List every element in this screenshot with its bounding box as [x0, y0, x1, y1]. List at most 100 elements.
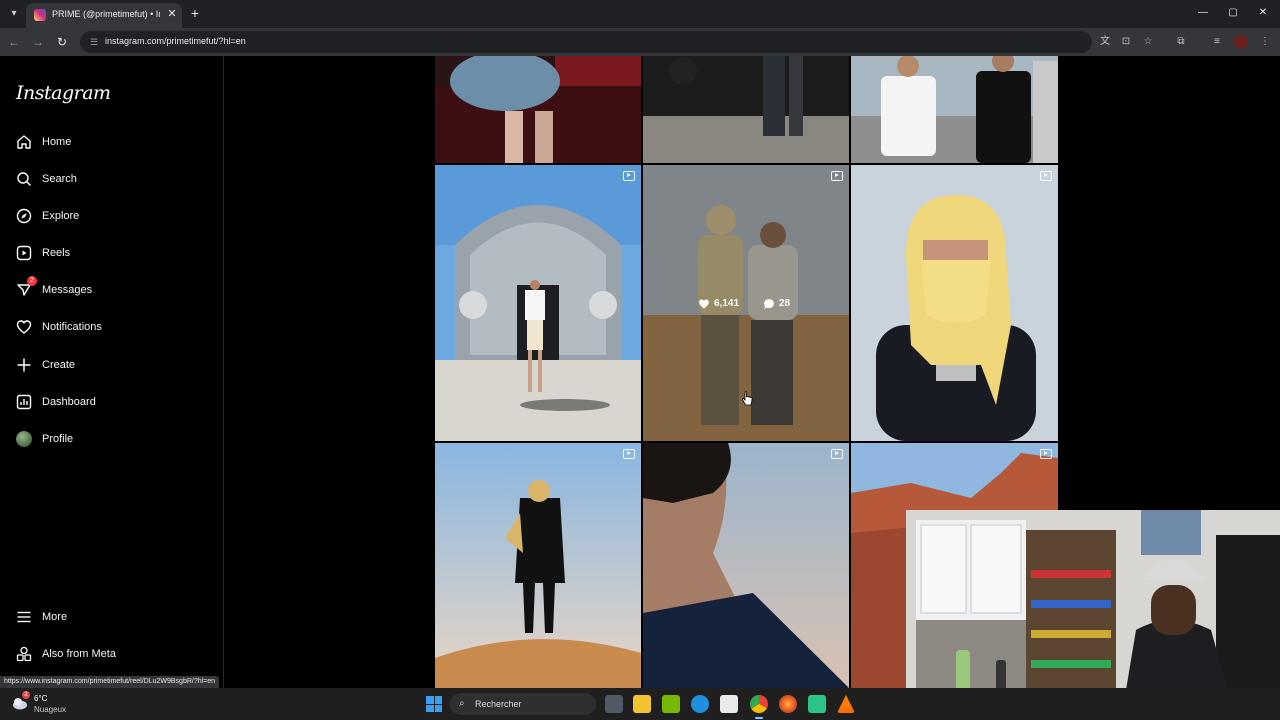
- meta-apps-icon: [16, 646, 32, 662]
- bookmark-star-icon[interactable]: ☆: [1141, 35, 1155, 49]
- minimize-button[interactable]: —: [1196, 6, 1210, 20]
- weather-temperature: 6°C: [34, 694, 48, 703]
- plus-icon: [17, 358, 31, 372]
- screen: ▾ PRIME (@primetimefut) • Instagram ✕ + …: [0, 0, 1280, 720]
- reels-icon: [16, 245, 32, 261]
- sidebar-item-messages[interactable]: 2 Messages: [16, 276, 216, 306]
- tab-close-icon[interactable]: ✕: [165, 7, 179, 21]
- sidebar-item-label: Messages: [42, 284, 93, 296]
- instagram-logo[interactable]: Instagram: [16, 82, 111, 104]
- post-tile[interactable]: [643, 443, 849, 688]
- sidebar-item-explore[interactable]: Explore: [16, 204, 216, 232]
- sidebar-item-notifications[interactable]: Notifications: [16, 315, 216, 343]
- site-info-icon[interactable]: ☰: [88, 36, 100, 48]
- sidebar-item-also-from-meta[interactable]: Also from Meta: [16, 642, 216, 670]
- post-image-building: [435, 165, 641, 441]
- media-controls-icon[interactable]: ≡: [1210, 35, 1224, 49]
- post-tile[interactable]: [435, 165, 641, 441]
- sidebar-item-label: Also from Meta: [42, 648, 116, 660]
- heart-icon: [16, 320, 32, 334]
- sidebar-item-dashboard[interactable]: Dashboard: [16, 390, 216, 418]
- post-image-street: [643, 56, 849, 163]
- weather-description: Nuageux: [34, 705, 67, 714]
- microsoft-store-icon[interactable]: [720, 695, 738, 713]
- sidebar-item-label: Dashboard: [42, 396, 96, 408]
- browser-toolbar: ← → ↻ ☰ instagram.com/primetimefut/?hl=e…: [0, 28, 1280, 56]
- reel-indicator-icon: [1040, 449, 1052, 459]
- post-tile[interactable]: [851, 165, 1058, 441]
- comments-count: 28: [779, 298, 791, 309]
- whatsapp-icon[interactable]: [808, 695, 826, 713]
- sidebar-item-home[interactable]: Home: [16, 130, 216, 158]
- back-icon[interactable]: ←: [6, 34, 22, 50]
- home-icon: [17, 135, 31, 149]
- sidebar-item-label: Home: [42, 136, 72, 148]
- post-hover-stats: 6,141 28: [698, 295, 808, 313]
- sidebar-item-label: Profile: [42, 433, 74, 445]
- sidebar-item-create[interactable]: Create: [16, 353, 216, 381]
- likes-count: 6,141: [714, 298, 740, 309]
- post-tile[interactable]: [435, 56, 641, 163]
- address-url[interactable]: instagram.com/primetimefut/?hl=en: [105, 36, 246, 46]
- file-explorer-icon[interactable]: [633, 695, 651, 713]
- profile-avatar-icon[interactable]: [1234, 35, 1248, 49]
- taskbar-search-placeholder: Rechercher: [475, 699, 522, 709]
- sidebar-item-search[interactable]: Search: [16, 167, 216, 195]
- task-view-icon[interactable]: [605, 695, 623, 713]
- sidebar-item-profile[interactable]: Profile: [16, 427, 216, 455]
- post-tile-hovered[interactable]: 6,141 28: [643, 165, 849, 441]
- avatar: [16, 431, 32, 447]
- windows-start-icon[interactable]: [426, 696, 442, 712]
- sidebar-item-label: More: [42, 611, 68, 623]
- install-app-icon[interactable]: ⊡: [1119, 35, 1133, 49]
- browser-menu-icon[interactable]: ⋮: [1258, 35, 1272, 49]
- sidebar-item-label: Notifications: [42, 321, 102, 333]
- reel-indicator-icon: [1040, 171, 1052, 181]
- messages-badge: 2: [27, 276, 37, 286]
- vlc-icon[interactable]: [837, 695, 855, 713]
- search-icon: ⌕: [459, 698, 465, 709]
- post-image-couch: [435, 56, 641, 163]
- reel-indicator-icon: [623, 449, 635, 459]
- address-bar[interactable]: ☰ instagram.com/primetimefut/?hl=en: [80, 31, 1092, 53]
- firefox-icon[interactable]: [779, 695, 797, 713]
- comment-icon: [764, 299, 774, 309]
- tab-title: PRIME (@primetimefut) • Instagram: [52, 9, 160, 19]
- post-tile[interactable]: [851, 56, 1058, 163]
- taskbar-search-box[interactable]: ⌕ Rechercher: [450, 693, 596, 715]
- sidebar-item-label: Search: [42, 173, 77, 185]
- dashboard-icon: [16, 394, 32, 410]
- search-icon: [17, 172, 31, 186]
- edge-icon[interactable]: [691, 695, 709, 713]
- link-status-url: https://www.instagram.com/primetimefut/r…: [0, 676, 220, 688]
- post-image-dune: [435, 443, 641, 688]
- sidebar-item-more[interactable]: More: [16, 605, 216, 633]
- maximize-button[interactable]: ▢: [1226, 6, 1240, 20]
- post-tile[interactable]: [435, 443, 641, 688]
- reel-indicator-icon: [831, 171, 843, 181]
- new-tab-button[interactable]: +: [188, 6, 202, 20]
- sidebar-item-reels[interactable]: Reels: [16, 241, 216, 269]
- weather-badge: 2: [22, 691, 30, 699]
- browser-tab[interactable]: PRIME (@primetimefut) • Instagram ✕: [26, 3, 182, 28]
- instagram-favicon-icon: [34, 9, 46, 21]
- windows-taskbar: 2 6°C Nuageux ⌕ Rechercher: [0, 688, 1280, 720]
- heart-icon: [699, 299, 709, 309]
- nvidia-icon[interactable]: [662, 695, 680, 713]
- close-window-button[interactable]: ✕: [1256, 6, 1270, 20]
- forward-icon[interactable]: →: [30, 34, 46, 50]
- post-tile[interactable]: [643, 56, 849, 163]
- post-image-turban-portrait: [851, 165, 1058, 441]
- chrome-icon[interactable]: [750, 695, 768, 713]
- post-image-back-of-head: [643, 443, 849, 688]
- instagram-sidebar: Instagram Home Search Explore Reels 2 Me…: [0, 56, 224, 688]
- translate-icon[interactable]: 文: [1098, 35, 1112, 49]
- tab-search-chevron-icon[interactable]: ▾: [6, 6, 22, 22]
- sidebar-item-label: Explore: [42, 210, 80, 222]
- reload-icon[interactable]: ↻: [54, 34, 70, 50]
- reel-indicator-icon: [831, 449, 843, 459]
- browser-tab-bar: ▾ PRIME (@primetimefut) • Instagram ✕ + …: [0, 0, 1280, 28]
- compass-icon: [16, 208, 32, 224]
- sidebar-item-label: Reels: [42, 247, 71, 259]
- extensions-icon[interactable]: ⧉: [1174, 35, 1188, 49]
